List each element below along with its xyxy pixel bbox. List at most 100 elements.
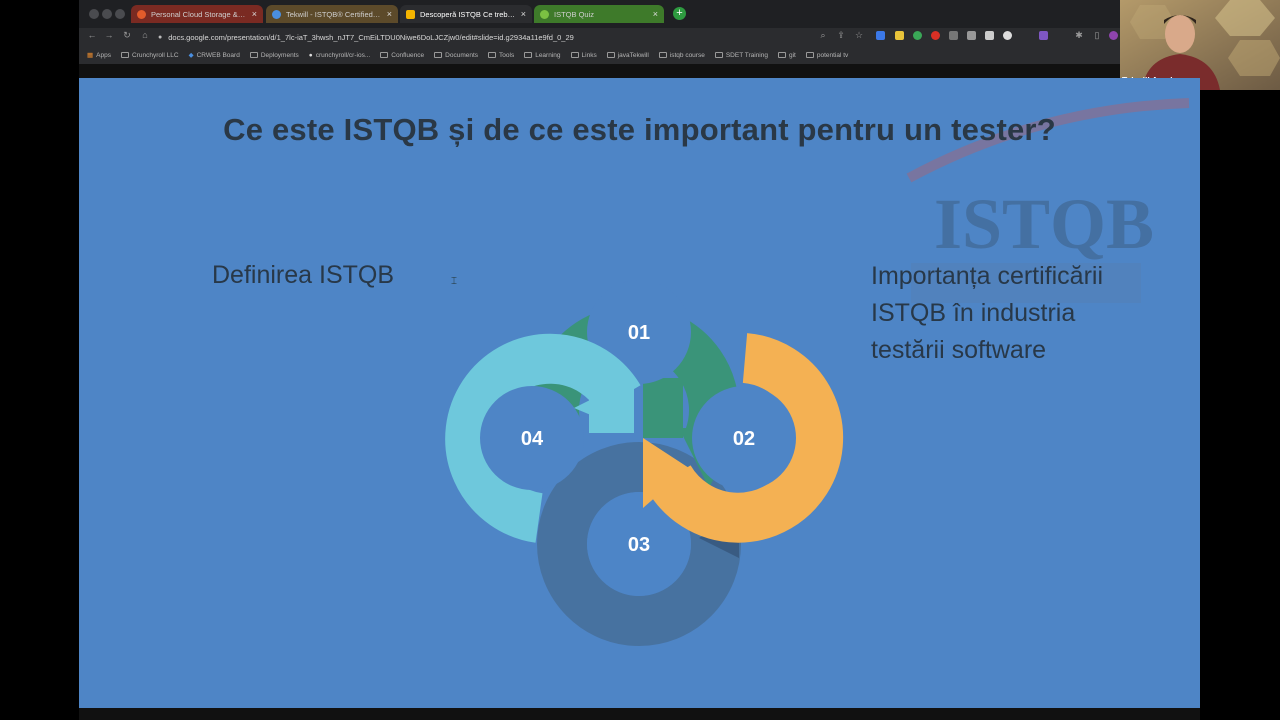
text-cursor-icon: ⌶ — [451, 276, 457, 287]
tab-favicon-icon — [406, 9, 415, 19]
bookmark-folder[interactable]: Documents — [434, 52, 478, 59]
importance-line: ISTQB în industria — [871, 299, 1076, 327]
lock-icon: ● — [158, 33, 163, 41]
browser-tab-1[interactable]: Tekwill - ISTQB® Certified Te × — [266, 5, 398, 23]
folder-icon — [524, 52, 533, 58]
bookmarks-bar: ▦ Apps Crunchyroll LLC ◆ CRWEB Board Deplo… — [79, 46, 1120, 64]
extension-icon[interactable] — [913, 31, 922, 40]
bookmark-folder[interactable]: Tools — [488, 52, 514, 59]
bookmark-folder[interactable]: Deployments — [249, 51, 299, 59]
presentation-slide: ISTQB Ce este ISTQB și de ce este import… — [79, 78, 1200, 708]
slide-title: Ce este ISTQB și de ce este important pe… — [223, 112, 1056, 147]
bookmark-folder[interactable]: istqb course — [658, 52, 705, 59]
bookmark-folder[interactable]: potential tv — [805, 51, 849, 59]
tab-close-icon[interactable]: × — [521, 9, 526, 19]
url-bar[interactable]: ● docs.google.com/presentation/d/1_7lc-i… — [158, 30, 808, 44]
bookmark-folder[interactable]: Learning — [524, 51, 561, 59]
watermark-text: ISTQB — [934, 184, 1154, 264]
bookmark-folder[interactable]: git — [777, 51, 796, 59]
tab-close-icon[interactable]: × — [653, 9, 658, 19]
bookmark-label: Crunchyroll LLC — [131, 51, 179, 59]
bookmark-label: javaTekwill — [617, 51, 649, 59]
presentation-top-bar — [79, 64, 1120, 78]
cycle-label-02: 02 — [733, 428, 755, 450]
cycle-label-04: 04 — [521, 428, 544, 450]
extension-icon[interactable] — [967, 31, 976, 40]
extension-icon[interactable] — [876, 31, 885, 40]
definition-heading: Definirea ISTQB — [212, 261, 395, 289]
bookmark-folder[interactable]: javaTekwill — [606, 51, 649, 59]
bookmark-label: Links — [581, 51, 597, 59]
zoom-icon[interactable]: ⌕ — [816, 30, 830, 41]
bookmark-item[interactable]: ◆ CRWEB Board — [188, 51, 240, 60]
bookmark-item[interactable]: Crunchyroll LLC — [120, 51, 179, 59]
bookmark-folder[interactable]: Confluence — [380, 52, 424, 59]
folder-icon — [777, 52, 786, 58]
bookmark-label: Tools — [499, 51, 515, 59]
tab-label: Personal Cloud Storage & File — [151, 9, 247, 19]
tab-favicon-icon — [540, 9, 549, 19]
bookmark-star-icon[interactable]: ☆ — [852, 30, 866, 41]
tab-favicon-icon — [272, 9, 281, 19]
bookmark-label: potential tv — [816, 51, 849, 59]
window-minimize-button[interactable] — [102, 9, 112, 19]
cycle-label-01: 01 — [628, 322, 650, 344]
extension-icon[interactable] — [1039, 31, 1048, 40]
tab-label: Descoperă ISTQB Ce trebuie s — [420, 9, 516, 19]
tab-label: ISTQB Quiz — [554, 9, 595, 19]
bookmark-apps[interactable]: ▦ Apps — [87, 51, 111, 60]
bookmark-folder[interactable]: Links — [570, 51, 597, 59]
extension-icon[interactable] — [949, 31, 958, 40]
tab-favicon-icon — [137, 9, 146, 19]
folder-icon — [606, 52, 615, 58]
bookmark-label: git — [788, 51, 796, 59]
extension-icon[interactable] — [895, 31, 904, 40]
github-icon: ● — [308, 51, 313, 59]
extension-icon[interactable] — [931, 31, 940, 40]
bookmark-label: CRWEB Board — [196, 51, 240, 59]
folder-icon — [570, 52, 579, 58]
bookmark-label: Confluence — [391, 51, 425, 59]
bookmark-label: Apps — [96, 51, 111, 59]
jira-icon: ◆ — [188, 52, 194, 59]
folder-icon — [488, 52, 497, 58]
home-icon[interactable]: ⌂ — [138, 30, 152, 40]
folder-icon — [714, 52, 723, 58]
url-text: docs.google.com/presentation/d/1_7lc-iaT… — [168, 32, 574, 42]
folder-icon — [658, 52, 667, 58]
folder-icon — [434, 52, 443, 58]
bookmark-item[interactable]: ● crunchyroll/cr-ios... — [309, 52, 370, 59]
importance-line: Importanța certificării — [871, 262, 1104, 290]
browser-tab-2-active[interactable]: Descoperă ISTQB Ce trebuie s × — [400, 5, 532, 23]
extension-icon[interactable] — [1003, 31, 1012, 40]
browser-tab-0[interactable]: Personal Cloud Storage & File × — [131, 5, 263, 23]
bookmark-folder[interactable]: SDET Training — [714, 51, 768, 59]
tab-label: Tekwill - ISTQB® Certified Te — [286, 9, 382, 19]
new-tab-button[interactable]: + — [673, 7, 686, 20]
importance-heading: Importanța certificării ISTQB în industr… — [871, 258, 1171, 369]
folder-icon — [249, 52, 258, 58]
extension-icon[interactable] — [985, 31, 994, 40]
bookmark-label: Documents — [445, 51, 479, 59]
profile-avatar[interactable] — [1109, 31, 1118, 40]
browser-tab-3[interactable]: ISTQB Quiz × — [534, 5, 664, 23]
bookmark-label: SDET Training — [725, 51, 768, 59]
reload-icon[interactable]: ↻ — [120, 30, 134, 41]
forward-arrow-icon[interactable]: → — [102, 30, 116, 40]
cycle-diagram: 01 02 03 04 — [445, 280, 844, 646]
window-zoom-button[interactable] — [115, 9, 125, 19]
folder-icon — [380, 52, 389, 58]
bookmark-label: Learning — [535, 51, 561, 59]
tab-close-icon[interactable]: × — [387, 9, 392, 19]
importance-line: testării software — [871, 336, 1047, 364]
back-arrow-icon[interactable]: ← — [85, 30, 99, 40]
bookmark-label: Deployments — [260, 51, 299, 59]
tab-close-icon[interactable]: × — [252, 9, 257, 19]
sidebar-icon[interactable]: ▯ — [1090, 30, 1104, 41]
extensions-puzzle-icon[interactable]: ✱ — [1072, 30, 1086, 41]
window-close-button[interactable] — [89, 9, 99, 19]
cycle-label-03: 03 — [628, 534, 650, 556]
site-icon — [120, 52, 129, 58]
share-icon[interactable]: ⇪ — [834, 30, 848, 41]
folder-icon — [805, 52, 814, 58]
